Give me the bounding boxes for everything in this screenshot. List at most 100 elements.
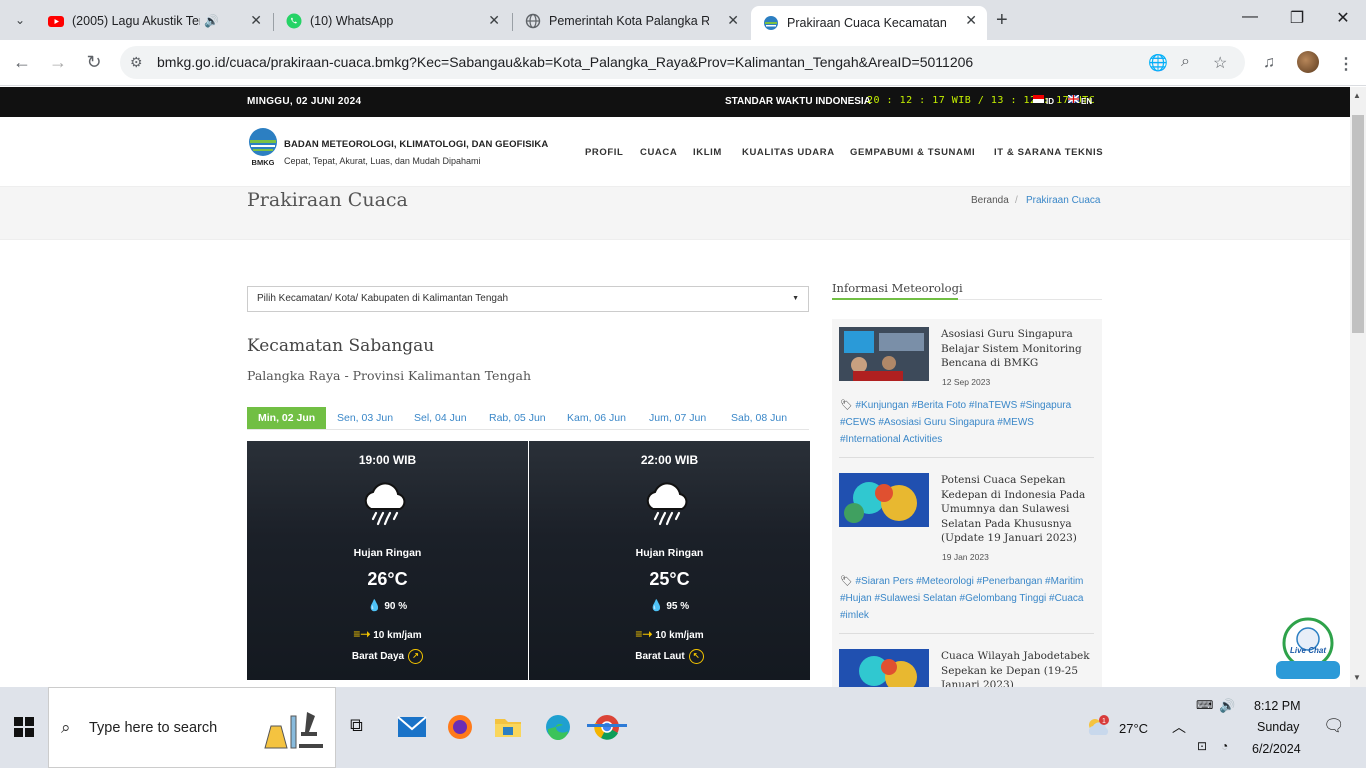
- indonesia-flag-icon[interactable]: [1033, 95, 1044, 103]
- day-tab-active[interactable]: Min, 02 Jun: [247, 407, 327, 429]
- uk-flag-icon[interactable]: [1068, 95, 1079, 103]
- forecast-temperature: 26°C: [367, 569, 408, 589]
- show-hidden-icons-icon[interactable]: ︿: [1172, 717, 1186, 737]
- page-scrollbar[interactable]: ▲ ▼: [1350, 87, 1366, 687]
- translate-icon[interactable]: 🌐: [1148, 53, 1168, 73]
- standard-time-label: STANDAR WAKTU INDONESIA: [725, 96, 871, 107]
- browser-toolbar: ← → ↻ ⚙ bmkg.go.id/cuaca/prakiraan-cuaca…: [0, 40, 1366, 86]
- tab-title: (10) WhatsApp: [310, 14, 394, 28]
- nav-profil[interactable]: PROFIL: [585, 147, 623, 158]
- nav-gempabumi[interactable]: GEMPABUMI & TSUNAMI: [850, 147, 975, 158]
- search-placeholder[interactable]: Type here to search: [89, 720, 217, 736]
- new-tab-button[interactable]: +: [996, 9, 1008, 32]
- news-thumbnail[interactable]: [839, 473, 929, 527]
- news-thumbnail[interactable]: [839, 327, 929, 381]
- task-view-icon[interactable]: ⧉: [350, 715, 363, 736]
- weather-temperature[interactable]: 27°C: [1119, 721, 1148, 736]
- sidebar-heading-accent: [832, 298, 958, 300]
- tab-bmkg-active[interactable]: Prakiraan Cuaca Kecamatan Sab ✕: [751, 6, 987, 40]
- breadcrumb-current: Prakiraan Cuaca: [1026, 195, 1101, 206]
- media-control-icon[interactable]: ♫: [1263, 54, 1275, 72]
- day-tab[interactable]: Sab, 08 Jun: [731, 407, 787, 429]
- close-tab-icon[interactable]: ✕: [488, 12, 500, 29]
- compass-icon: ↗: [408, 649, 424, 664]
- bookmark-star-icon[interactable]: ☆: [1213, 53, 1227, 73]
- digital-clock: 20 : 12 : 17 WIB / 13 : 12 : 17 UTC: [867, 95, 1096, 106]
- keyboard-language-icon[interactable]: ⌨: [1196, 698, 1213, 712]
- forecast-card: 22:00 WIB Hujan Ringan 25°C 💧 95 % ≡➝ 10…: [529, 441, 810, 680]
- nav-iklim[interactable]: IKLIM: [693, 147, 722, 158]
- nav-kualitas-udara[interactable]: KUALITAS UDARA: [742, 147, 835, 158]
- notifications-icon[interactable]: 🗨: [1323, 716, 1345, 736]
- zoom-icon[interactable]: ⌕: [1181, 53, 1190, 71]
- scroll-down-icon[interactable]: ▼: [1353, 673, 1361, 682]
- menu-dots-icon[interactable]: ⋮: [1338, 54, 1354, 74]
- news-tags[interactable]: #Kunjungan #Berita Foto #InaTEWS #Singap…: [840, 400, 1071, 445]
- tab-whatsapp[interactable]: (10) WhatsApp ✕: [274, 6, 510, 36]
- chrome-icon[interactable]: [585, 705, 629, 749]
- news-tags[interactable]: #Siaran Pers #Meteorologi #Penerbangan #…: [840, 576, 1084, 621]
- compass-icon: ↖: [688, 649, 704, 664]
- tab-title: (2005) Lagu Akustik Terbaru: [72, 14, 200, 28]
- file-explorer-icon[interactable]: [486, 705, 530, 749]
- forecast-condition: Hujan Ringan: [353, 547, 422, 559]
- organization-name: BADAN METEOROLOGI, KLIMATOLOGI, DAN GEOF…: [284, 139, 549, 150]
- day-tab[interactable]: Rab, 05 Jun: [489, 407, 546, 429]
- restore-button[interactable]: ❐: [1277, 8, 1317, 28]
- forecast-card: 19:00 WIB Hujan Ringan 26°C 💧 90 % ≡➝ 10…: [247, 441, 528, 680]
- mail-icon[interactable]: [390, 705, 434, 749]
- close-tab-icon[interactable]: ✕: [250, 12, 262, 29]
- weather-cloud-icon[interactable]: 1: [1085, 715, 1113, 739]
- news-title[interactable]: Cuaca Wilayah Jabodetabek Sepekan ke Dep…: [941, 649, 1091, 687]
- live-chat-widget[interactable]: Live Chat: [1275, 617, 1341, 683]
- taskbar-search-box[interactable]: ⌕ Type here to search: [48, 687, 336, 768]
- lang-id-link[interactable]: ID: [1046, 97, 1054, 106]
- day-tab[interactable]: Jum, 07 Jun: [649, 407, 706, 429]
- speaker-icon[interactable]: 🔊: [204, 14, 219, 28]
- volume-icon[interactable]: 🔊: [1219, 698, 1235, 714]
- scrollbar-thumb[interactable]: [1352, 115, 1364, 333]
- url-text[interactable]: bmkg.go.id/cuaca/prakiraan-cuaca.bmkg?Ke…: [157, 54, 973, 70]
- news-title[interactable]: Potensi Cuaca Sepekan Kedepan di Indones…: [941, 473, 1091, 546]
- forecast-wind-direction: Barat Daya: [351, 651, 405, 663]
- network-icon[interactable]: ◔: [1221, 739, 1228, 753]
- site-settings-icon[interactable]: ⚙: [130, 54, 143, 71]
- minimize-button[interactable]: —: [1230, 8, 1270, 26]
- windows-start-icon[interactable]: [14, 717, 34, 737]
- bmkg-logo[interactable]: BMKG: [247, 127, 279, 167]
- clock-time[interactable]: 8:12 PM: [1254, 699, 1301, 713]
- day-tabs-divider: [247, 429, 809, 430]
- day-tab[interactable]: Sen, 03 Jun: [337, 407, 393, 429]
- location-select[interactable]: Pilih Kecamatan/ Kota/ Kabupaten di Kali…: [247, 286, 809, 312]
- back-icon[interactable]: ←: [10, 52, 34, 73]
- close-tab-icon[interactable]: ✕: [965, 12, 977, 29]
- meet-icon[interactable]: ⊡: [1197, 739, 1207, 753]
- page-title: Prakiraan Cuaca: [247, 189, 408, 211]
- page-title-bar: Prakiraan Cuaca Beranda / Prakiraan Cuac…: [0, 187, 1350, 240]
- clock-date[interactable]: 6/2/2024: [1252, 742, 1301, 756]
- lang-en-link[interactable]: EN: [1081, 97, 1092, 106]
- day-tab[interactable]: Sel, 04 Jun: [414, 407, 467, 429]
- tab-title: Pemerintah Kota Palangka Raya: [549, 14, 709, 28]
- news-thumbnail[interactable]: [839, 649, 929, 687]
- news-title[interactable]: Asosiasi Guru Singapura Belajar Sistem M…: [941, 327, 1091, 371]
- tab-youtube[interactable]: (2005) Lagu Akustik Terbaru 🔊 ✕: [36, 6, 272, 36]
- address-bar[interactable]: ⚙ bmkg.go.id/cuaca/prakiraan-cuaca.bmkg?…: [120, 46, 1245, 79]
- close-window-button[interactable]: ✕: [1323, 8, 1363, 28]
- tab-palangkaraya[interactable]: Pemerintah Kota Palangka Raya ✕: [513, 6, 749, 36]
- reload-icon[interactable]: ↻: [82, 52, 106, 73]
- edge-icon[interactable]: [536, 705, 580, 749]
- nav-cuaca[interactable]: CUACA: [640, 147, 677, 158]
- tab-search-button[interactable]: ⌄: [8, 8, 32, 32]
- close-tab-icon[interactable]: ✕: [727, 12, 739, 29]
- nav-it-sarana[interactable]: IT & SARANA TEKNIS: [994, 147, 1103, 158]
- forecast-temperature: 25°C: [649, 569, 690, 589]
- breadcrumb-home[interactable]: Beranda: [971, 195, 1009, 206]
- news-date: 12 Sep 2023: [942, 377, 991, 387]
- day-tab[interactable]: Kam, 06 Jun: [567, 407, 626, 429]
- scroll-up-icon[interactable]: ▲: [1353, 91, 1361, 100]
- profile-avatar[interactable]: [1297, 51, 1319, 73]
- clock-day[interactable]: Sunday: [1257, 720, 1299, 734]
- forward-icon[interactable]: →: [46, 52, 70, 73]
- firefox-icon[interactable]: [438, 705, 482, 749]
